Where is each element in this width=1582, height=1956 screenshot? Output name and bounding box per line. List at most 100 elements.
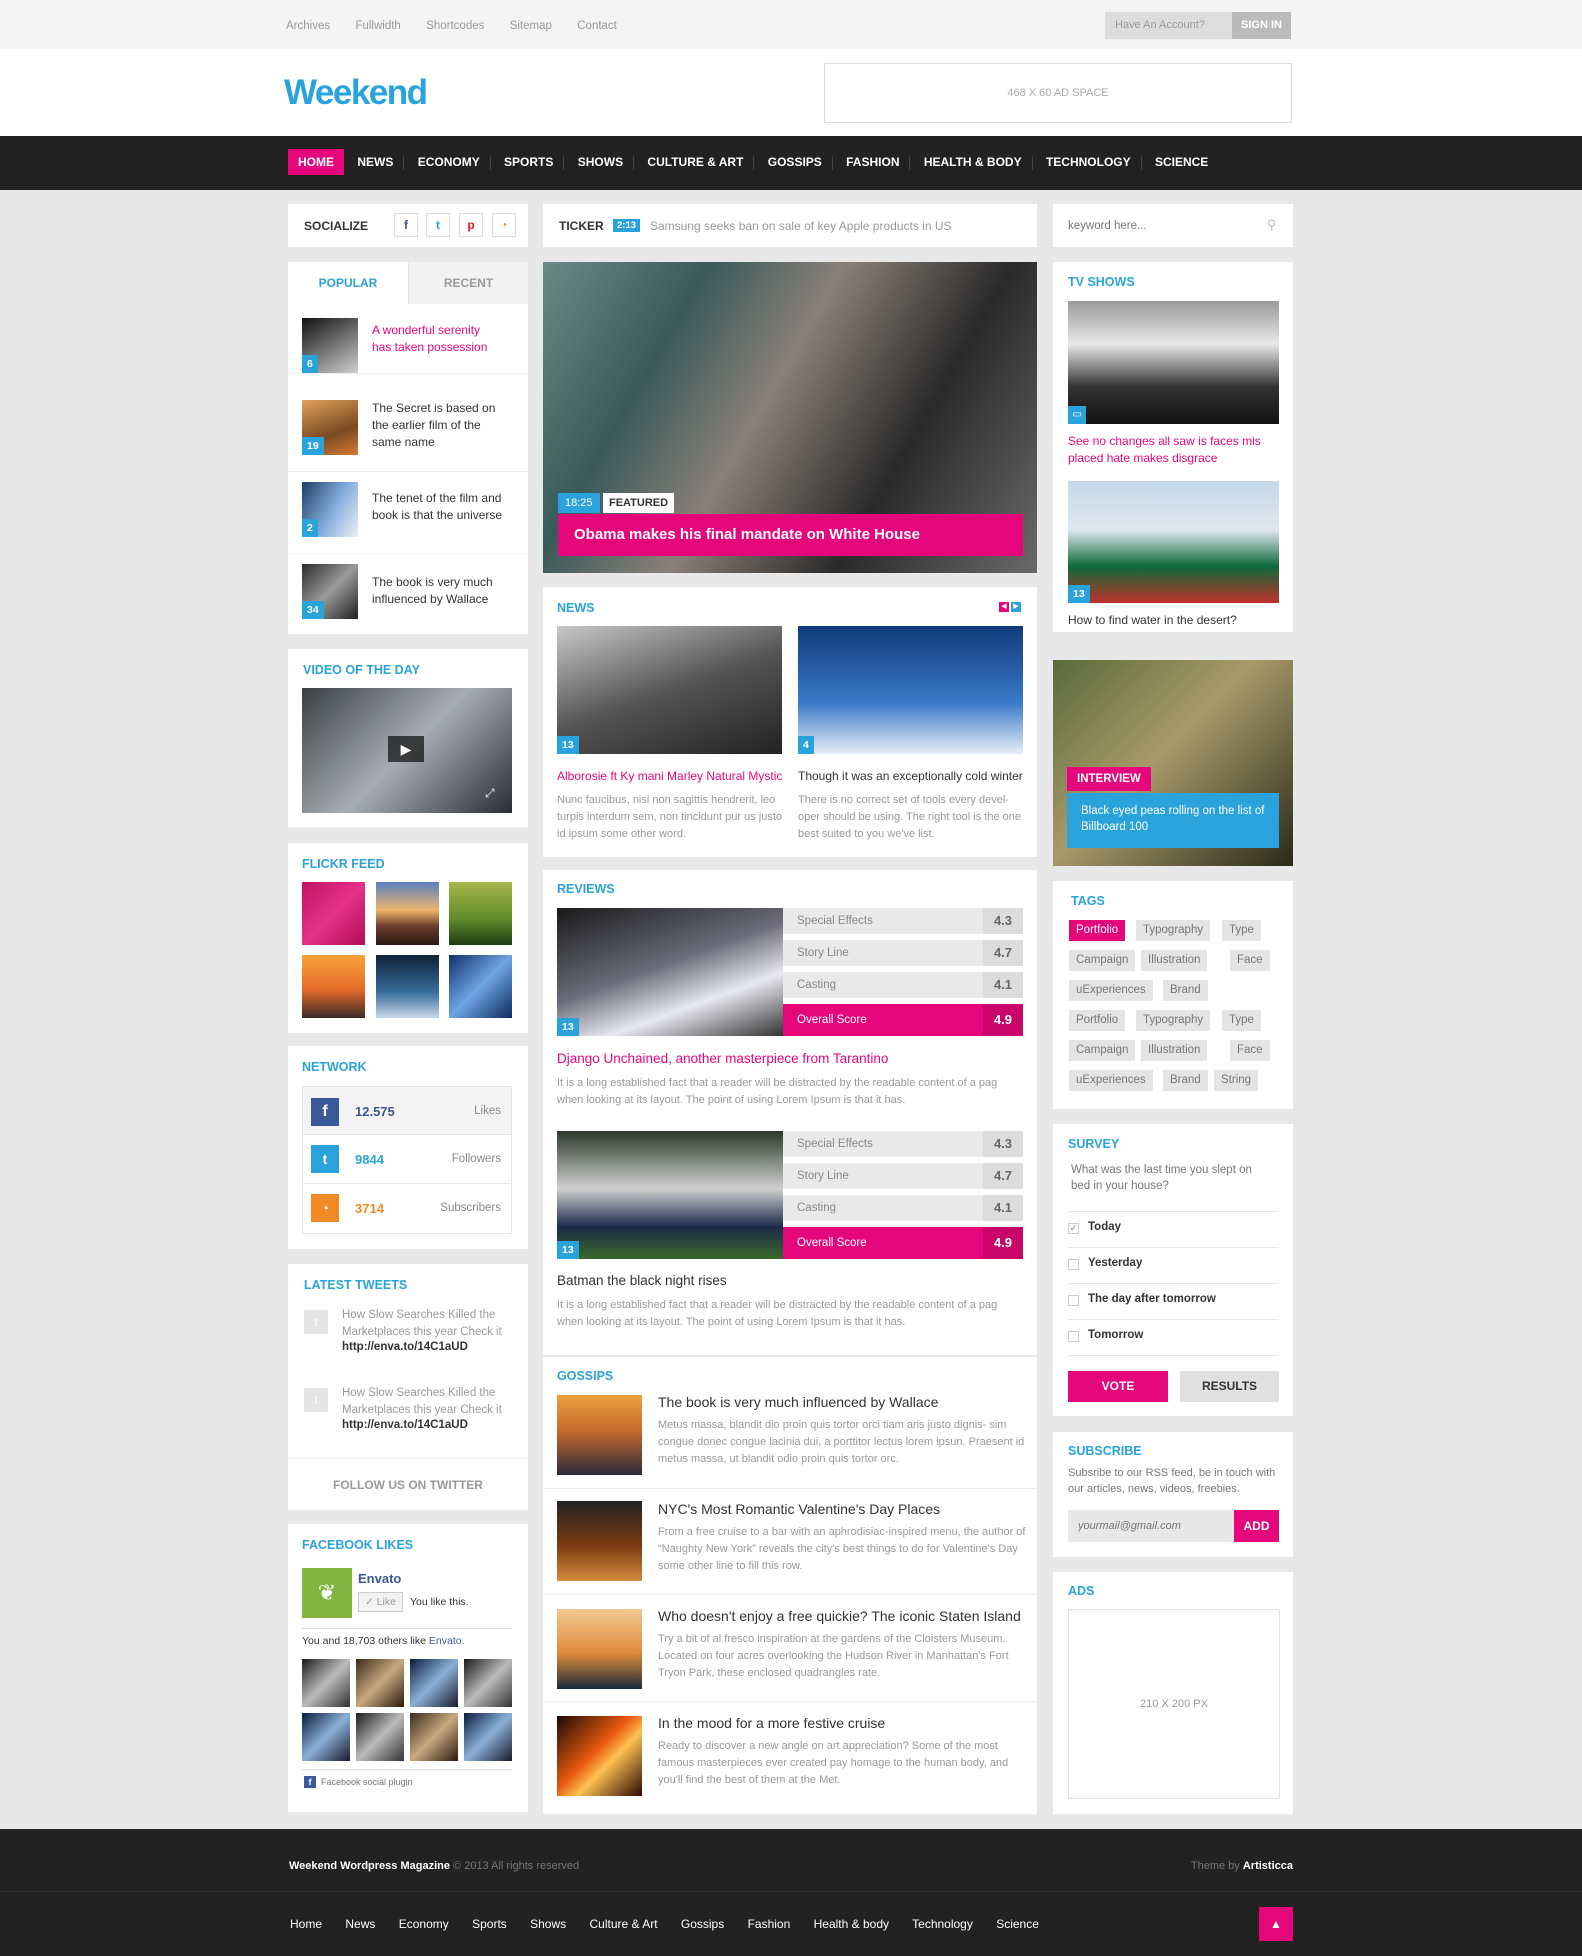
checkbox[interactable] [1068,1295,1079,1306]
nav-economy[interactable]: ECONOMY [408,149,490,175]
tweet-link[interactable]: http://enva.to/14C1aUD [342,1341,468,1353]
like-button[interactable]: ✓ Like [358,1592,403,1612]
avatar[interactable] [302,1713,350,1761]
avatar[interactable] [464,1659,512,1707]
footer-link-shows[interactable]: Shows [530,1917,566,1931]
avatar[interactable] [356,1659,404,1707]
footer-link-news[interactable]: News [345,1917,375,1931]
footer-link-economy[interactable]: Economy [399,1917,449,1931]
gossip-title[interactable]: NYC's Most Romantic Valentine's Day Plac… [658,1501,940,1517]
tag[interactable]: Campaign [1069,950,1136,971]
pinterest-icon[interactable]: p [459,213,483,237]
footer-link-home[interactable]: Home [290,1917,322,1931]
top-link-sitemap[interactable]: Sitemap [510,20,552,32]
gossip-title[interactable]: The book is very much influenced by Wall… [658,1394,938,1410]
network-row-rss[interactable]: ◔ 3714 Subscribers [303,1184,511,1233]
tag[interactable]: Type [1222,920,1261,941]
nav-news[interactable]: NEWS [347,149,403,175]
prev-arrow[interactable]: ◀ [999,602,1009,612]
tab-popular[interactable]: POPULAR [288,262,408,304]
avatar[interactable] [356,1713,404,1761]
network-row-twitter[interactable]: t 9844 Followers [303,1135,511,1184]
facebook-icon[interactable]: f [394,213,418,237]
survey-option[interactable]: Tomorrow [1068,1320,1279,1356]
rss-icon[interactable]: ◔ [492,213,516,237]
account-box[interactable]: Have An Account? [1105,12,1232,39]
footer-link-sports[interactable]: Sports [472,1917,507,1931]
list-item-title[interactable]: The Secret is based on the earlier film … [372,400,502,451]
tab-recent[interactable]: RECENT [408,262,528,304]
tag[interactable]: Typography [1136,920,1211,941]
next-arrow[interactable]: ▶ [1011,602,1021,612]
survey-option[interactable]: ✓ Today [1068,1212,1279,1248]
list-item[interactable]: 2 The tenet of the film and book is that… [288,472,528,554]
list-item[interactable]: 6 A wonderful serenity has taken possess… [288,304,528,374]
tag[interactable]: Campaign [1069,1040,1136,1061]
review-image[interactable] [557,908,783,1036]
checkbox[interactable] [1068,1331,1079,1342]
tag[interactable]: uExperiences [1069,1070,1153,1091]
signin-button[interactable]: SIGN IN [1232,12,1291,39]
footer-link-technology[interactable]: Technology [912,1917,973,1931]
news-image[interactable] [557,626,782,754]
subscribe-add-button[interactable]: ADD [1234,1510,1279,1542]
gossip-image[interactable] [557,1395,642,1475]
network-row-facebook[interactable]: f 12.575 Likes [303,1087,511,1135]
back-to-top-button[interactable]: ▲ [1259,1907,1293,1941]
nav-technology[interactable]: TECHNOLOGY [1036,149,1141,175]
tag[interactable]: Brand [1163,980,1208,1001]
fullscreen-icon[interactable]: ⤢ [485,786,495,801]
nav-science[interactable]: SCIENCE [1145,149,1218,175]
footer-link-gossips[interactable]: Gossips [681,1917,724,1931]
top-link-fullwidth[interactable]: Fullwidth [355,20,400,32]
nav-shows[interactable]: SHOWS [568,149,633,175]
tag[interactable]: Type [1222,1010,1261,1031]
top-link-contact[interactable]: Contact [577,20,617,32]
video-player[interactable]: ▶ ⤢ [302,688,512,813]
gossip-image[interactable] [557,1501,642,1581]
ad-placeholder[interactable]: 210 X 200 PX [1068,1609,1280,1799]
flickr-photo[interactable] [449,882,512,945]
flickr-photo[interactable] [376,955,439,1018]
nav-culture-art[interactable]: CULTURE & ART [637,149,753,175]
nav-home[interactable]: HOME [288,149,344,175]
tvshow-title[interactable]: See no changes all saw is faces mis plac… [1068,433,1268,467]
header-ad-space[interactable]: 468 X 60 AD SPACE [824,63,1292,123]
list-item[interactable]: 34 The book is very much influenced by W… [288,554,528,634]
tag[interactable]: Face [1230,950,1270,971]
footer-link-health-body[interactable]: Health & body [814,1917,889,1931]
footer-link-fashion[interactable]: Fashion [748,1917,791,1931]
gossip-image[interactable] [557,1609,642,1689]
gossip-image[interactable] [557,1716,642,1796]
tag[interactable]: Portfolio [1069,920,1126,941]
tag[interactable]: Brand [1163,1070,1208,1091]
avatar[interactable] [410,1713,458,1761]
vote-button[interactable]: VOTE [1068,1371,1168,1402]
news-item-title[interactable]: Though it was an exceptionally cold wint… [798,769,1023,783]
tag[interactable]: String [1214,1070,1259,1091]
tvshow-title[interactable]: How to find water in the desert? [1068,613,1237,627]
gossip-title[interactable]: In the mood for a more festive cruise [658,1715,885,1731]
logo[interactable]: Weekend [284,73,428,113]
news-image[interactable] [798,626,1023,754]
avatar[interactable] [464,1713,512,1761]
flickr-photo[interactable] [449,955,512,1018]
top-link-archives[interactable]: Archives [286,20,330,32]
list-item-title[interactable]: The tenet of the film and book is that t… [372,490,512,524]
fb-others-link[interactable]: Envato. [429,1635,465,1647]
results-button[interactable]: RESULTS [1180,1371,1279,1402]
checkbox-checked[interactable]: ✓ [1068,1223,1079,1234]
featured-image[interactable]: 18:25 FEATURED Obama makes his final man… [543,262,1037,573]
news-item-title[interactable]: Alborosie ft Ky mani Marley Natural Myst… [557,769,782,783]
ticker-text[interactable]: Samsung seeks ban on sale of key Apple p… [650,219,952,233]
tvshow-image[interactable] [1068,301,1279,424]
facebook-page-name[interactable]: Envato [358,1571,401,1586]
survey-option[interactable]: Yesterday [1068,1248,1279,1284]
top-link-shortcodes[interactable]: Shortcodes [426,20,484,32]
twitter-icon[interactable]: t [426,213,450,237]
tag[interactable]: Typography [1136,1010,1211,1031]
tag[interactable]: Illustration [1141,1040,1208,1061]
tag[interactable]: Face [1230,1040,1270,1061]
interview-image[interactable]: INTERVIEW Black eyed peas rolling on the… [1053,660,1293,866]
list-item[interactable]: 19 The Secret is based on the earlier fi… [288,390,528,472]
